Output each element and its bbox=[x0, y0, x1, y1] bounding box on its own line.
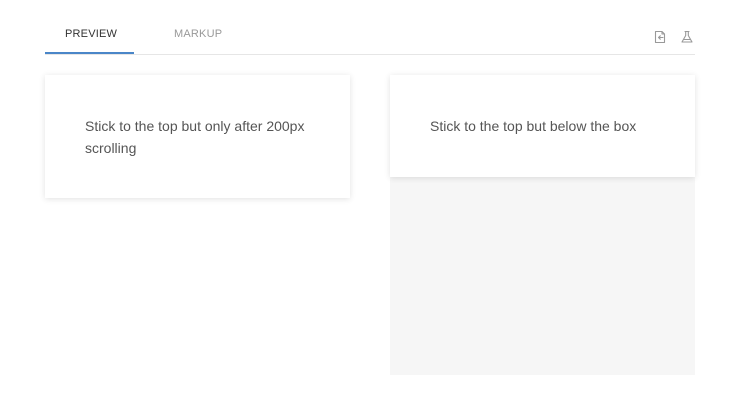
tab-preview[interactable]: PREVIEW bbox=[65, 27, 117, 41]
sticky-offset-text: Stick to the top but only after 200px sc… bbox=[85, 118, 305, 156]
page: PREVIEW MARKUP Stick to the top but only… bbox=[0, 0, 730, 419]
active-tab-indicator bbox=[45, 52, 134, 54]
sticky-below-text: Stick to the top but below the box bbox=[430, 118, 637, 134]
flask-icon[interactable] bbox=[679, 29, 695, 45]
sticky-below-card: Stick to the top but below the box bbox=[390, 75, 695, 177]
tab-bar: PREVIEW MARKUP bbox=[45, 0, 695, 55]
tab-markup[interactable]: MARKUP bbox=[174, 27, 222, 41]
export-icon[interactable] bbox=[652, 29, 668, 45]
sticky-offset-card: Stick to the top but only after 200px sc… bbox=[45, 75, 350, 198]
